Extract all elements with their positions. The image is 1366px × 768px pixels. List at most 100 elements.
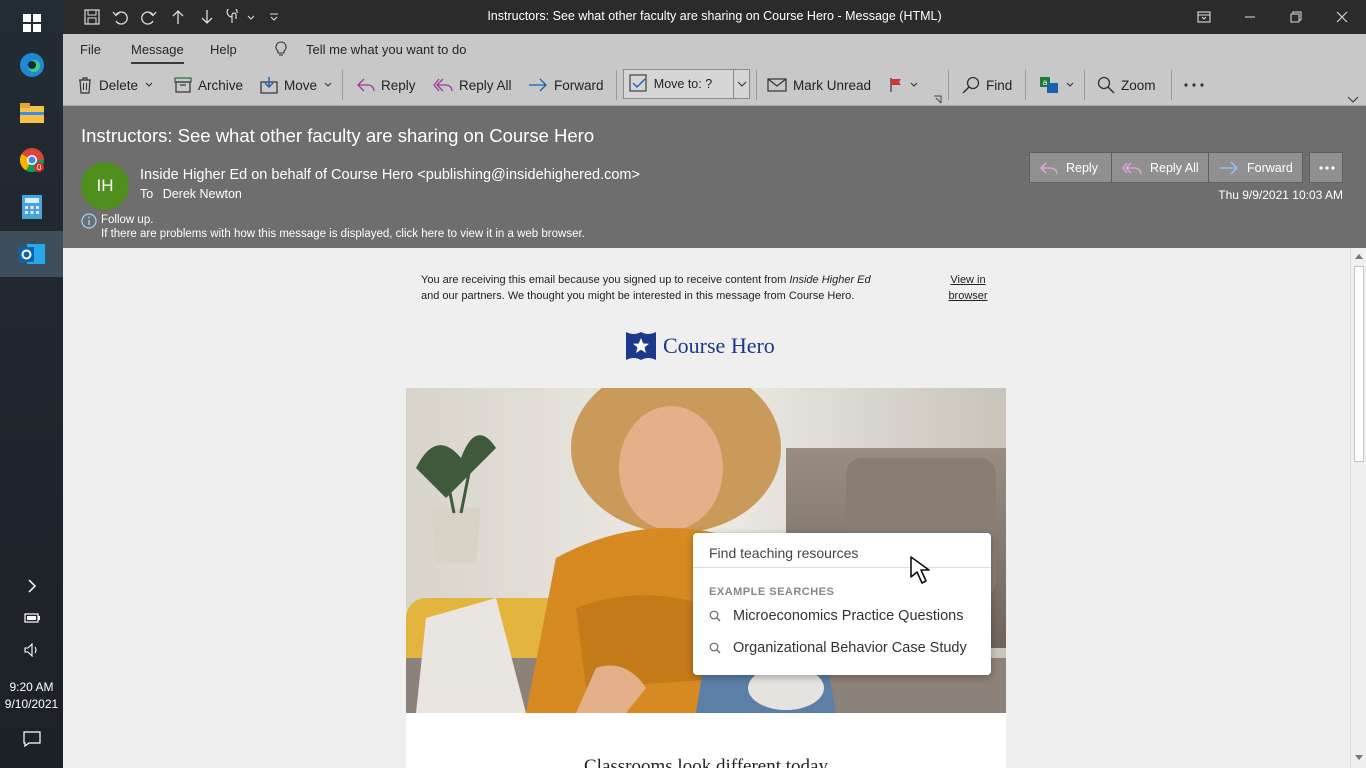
folder-icon: [19, 103, 44, 123]
message-header: Instructors: See what other faculty are …: [63, 106, 1366, 248]
close-button[interactable]: [1319, 0, 1365, 34]
reply-all-label: Reply All: [459, 77, 512, 93]
search-input[interactable]: Find teaching resources: [709, 545, 858, 561]
scroll-down-icon[interactable]: [1354, 754, 1364, 762]
quick-steps-move-to[interactable]: Move to: ?: [623, 69, 750, 99]
start-button[interactable]: [0, 0, 63, 46]
taskbar-calculator[interactable]: [0, 184, 63, 230]
email-body: You are receiving this email because you…: [63, 248, 1350, 768]
move-to-icon: [629, 74, 647, 92]
tab-message[interactable]: Message: [131, 42, 184, 65]
taskbar-notifications[interactable]: [0, 716, 63, 762]
info-icon: [81, 213, 97, 229]
chevron-down-icon: [737, 81, 747, 87]
ribbon-reply-button[interactable]: Reply: [357, 73, 416, 97]
move-to-label: Move to: ?: [653, 77, 713, 91]
received-date: Thu 9/9/2021 10:03 AM: [1218, 188, 1343, 202]
view-in-label: View in: [950, 274, 986, 286]
title-bar: Instructors: See what other faculty are …: [63, 0, 1366, 34]
archive-button[interactable]: Archive: [174, 73, 243, 97]
taskbar-chrome[interactable]: 0: [0, 137, 63, 183]
ribbon-separator: [616, 70, 617, 100]
move-label: Move: [284, 77, 318, 93]
delete-button[interactable]: Delete: [77, 73, 154, 97]
more-commands-button[interactable]: [1183, 73, 1205, 97]
browser-label: browser: [948, 290, 988, 302]
ribbon-reply-all-button[interactable]: Reply All: [433, 73, 512, 97]
forward-button[interactable]: Forward: [1208, 152, 1303, 183]
battery-icon: [23, 613, 40, 623]
envelope-icon: [767, 78, 787, 92]
translate-button[interactable]: a: [1039, 73, 1075, 97]
avatar[interactable]: IH: [81, 162, 129, 210]
ribbon-display-icon: [1197, 11, 1211, 23]
chrome-badge-count: 0: [36, 163, 41, 172]
outlook-icon: [18, 244, 45, 264]
close-icon: [1336, 11, 1348, 23]
restore-button[interactable]: [1273, 0, 1319, 34]
search-divider: [693, 567, 991, 568]
tell-me-search[interactable]: Tell me what you want to do: [306, 42, 466, 57]
subscription-notice: You are receiving this email because you…: [421, 272, 891, 304]
ribbon-forward-button[interactable]: Forward: [528, 73, 604, 97]
expand-ribbon-button[interactable]: [1347, 92, 1359, 107]
zoom-button[interactable]: Zoom: [1097, 73, 1156, 97]
move-button[interactable]: Move: [260, 73, 333, 97]
taskbar-file-explorer[interactable]: [0, 90, 63, 136]
follow-up-info: Follow up.: [101, 214, 154, 226]
vertical-scrollbar[interactable]: [1350, 248, 1366, 768]
search-icon: [709, 610, 721, 622]
ribbon-separator: [756, 70, 757, 100]
example-search-item[interactable]: Organizational Behavior Case Study: [709, 640, 967, 656]
ribbon-tabs: File Message Help Tell me what you want …: [63, 34, 1366, 65]
reply-icon: [1040, 162, 1058, 174]
course-hero-logo[interactable]: Course Hero: [625, 330, 775, 362]
more-actions-button[interactable]: [1309, 152, 1343, 183]
forward-label: Forward: [554, 77, 604, 93]
taskbar-clock-date[interactable]: 9/10/2021: [0, 696, 63, 712]
hero-image[interactable]: Find teaching resources EXAMPLE SEARCHES…: [406, 388, 1006, 713]
notice-source: Inside Higher Ed: [789, 274, 871, 286]
follow-up-flag-button[interactable]: [889, 73, 919, 97]
sender-name[interactable]: Inside Higher Ed on behalf of Course Her…: [140, 167, 640, 183]
mark-unread-label: Mark Unread: [793, 77, 872, 93]
example-search-item[interactable]: Microeconomics Practice Questions: [709, 608, 963, 624]
taskbar-clock-time[interactable]: 9:20 AM: [0, 679, 63, 695]
recipient-name[interactable]: Derek Newton: [163, 187, 242, 201]
archive-icon: [174, 77, 192, 93]
calculator-icon: [21, 195, 42, 219]
tab-help[interactable]: Help: [210, 42, 237, 57]
trash-icon: [79, 77, 91, 94]
scroll-up-icon[interactable]: [1354, 252, 1364, 260]
windows-taskbar: 0 9:20 AM 9/10/2021: [0, 0, 63, 768]
tags-dialog-launcher[interactable]: [933, 92, 942, 107]
view-in-browser-info[interactable]: If there are problems with how this mess…: [101, 228, 585, 240]
chevron-down-icon: [324, 82, 332, 87]
more-icon: [1319, 165, 1335, 170]
taskbar-outlook[interactable]: [0, 231, 63, 277]
zoom-label: Zoom: [1121, 77, 1156, 93]
delete-label: Delete: [99, 77, 139, 93]
window-title: Instructors: See what other faculty are …: [487, 9, 942, 23]
taskbar-volume[interactable]: [0, 627, 63, 673]
find-button[interactable]: Find: [962, 73, 1012, 97]
dialog-launcher-icon: [934, 95, 942, 104]
scrollbar-thumb[interactable]: [1354, 266, 1364, 462]
reply-all-button[interactable]: Reply All: [1111, 152, 1210, 183]
zoom-icon: [1097, 76, 1115, 94]
minimize-button[interactable]: [1227, 0, 1273, 34]
reply-all-icon: [433, 78, 453, 92]
reply-all-label: Reply All: [1150, 160, 1199, 175]
mark-unread-button[interactable]: Mark Unread: [767, 73, 871, 97]
volume-icon: [23, 643, 37, 657]
info-icon-wrap: [81, 213, 97, 234]
forward-icon: [529, 78, 547, 92]
reply-label: Reply: [1066, 160, 1098, 175]
ribbon-display-options[interactable]: [1181, 0, 1227, 34]
outlook-message-window: Instructors: See what other faculty are …: [63, 0, 1366, 768]
taskbar-edge[interactable]: [0, 42, 63, 88]
tab-file[interactable]: File: [80, 42, 101, 57]
forward-icon: [1220, 161, 1238, 174]
view-in-browser-link[interactable]: View in browser: [943, 272, 993, 304]
ribbon-separator: [1084, 70, 1085, 100]
